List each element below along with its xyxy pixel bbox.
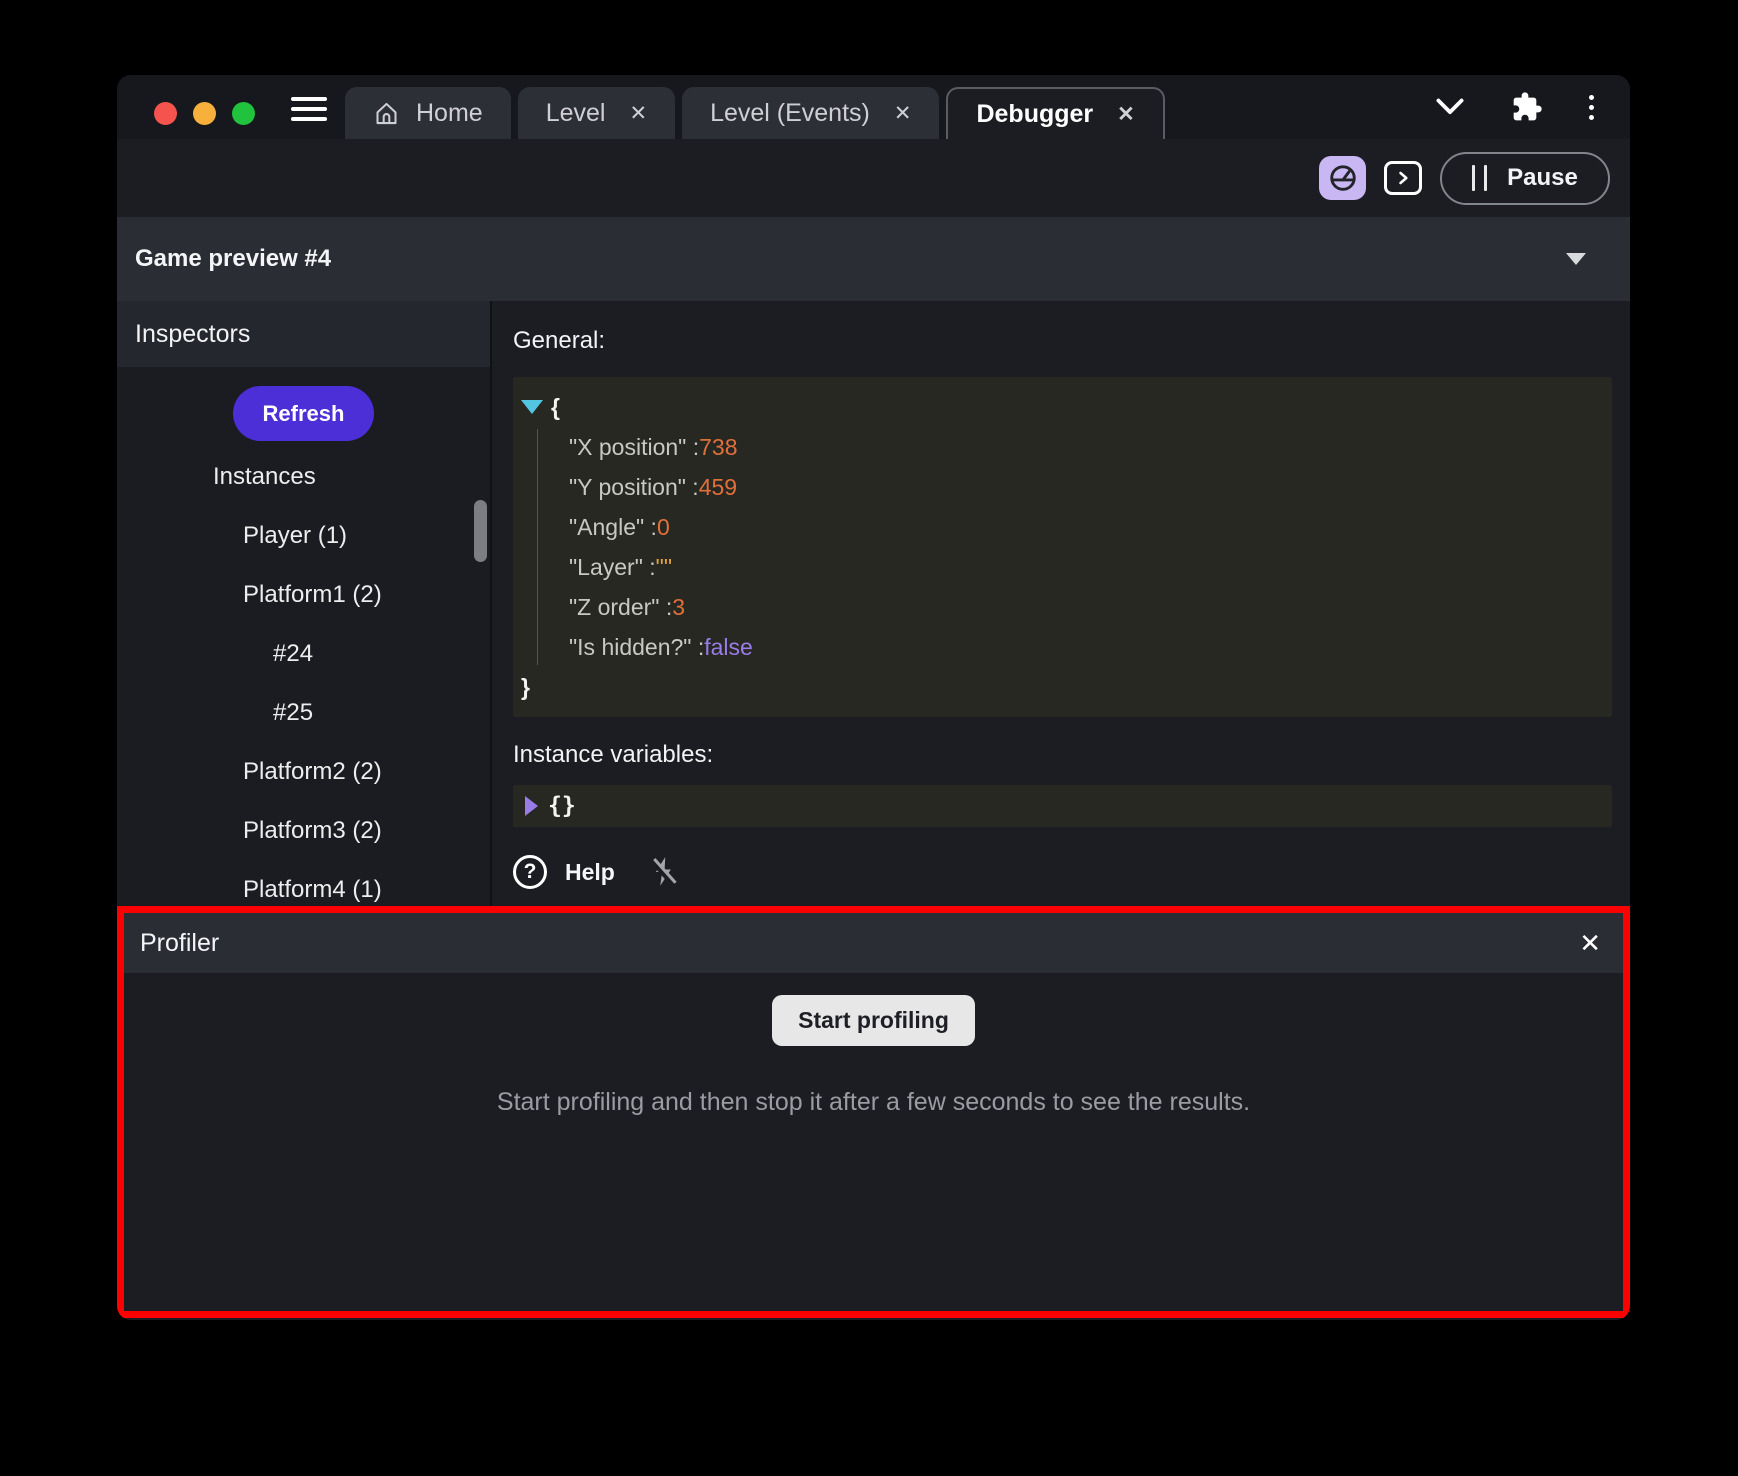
inspector-tree-item[interactable]: #25 — [117, 683, 490, 742]
json-key: "Y position" : — [569, 474, 699, 501]
more-options-kebab-icon[interactable] — [1589, 95, 1594, 120]
inspectors-header: Inspectors — [117, 301, 490, 367]
profiler-panel: Profiler ✕ Start profiling Start profili… — [117, 906, 1630, 1318]
tab-bar: Home Level ✕ Level (Events) ✕ Debugger ✕ — [345, 87, 1165, 139]
tab-label: Level (Events) — [710, 99, 870, 128]
json-line: "Is hidden?" : false — [521, 627, 1596, 667]
profiler-toggle-button[interactable] — [1319, 156, 1366, 200]
tab-close-icon[interactable]: ✕ — [1117, 102, 1135, 127]
game-preview-selector[interactable]: Game preview #4 — [117, 217, 1630, 301]
tab-level-events[interactable]: Level (Events) ✕ — [682, 87, 939, 139]
pause-button[interactable]: Pause — [1440, 152, 1610, 205]
refresh-button[interactable]: Refresh — [233, 386, 375, 441]
dropdown-caret-icon — [1566, 253, 1586, 265]
json-line: "Y position" : 459 — [521, 467, 1596, 507]
start-profiling-button[interactable]: Start profiling — [772, 995, 975, 1046]
json-line: "Angle" : 0 — [521, 507, 1596, 547]
instance-variables-viewer: {} — [513, 785, 1612, 827]
extensions-puzzle-icon[interactable] — [1511, 91, 1543, 123]
json-line: "Layer" : "" — [521, 547, 1596, 587]
json-indent-guide — [537, 429, 538, 665]
app-window: Home Level ✕ Level (Events) ✕ Debugger ✕ — [117, 75, 1630, 1320]
help-button[interactable]: ? Help — [513, 855, 615, 889]
inspectors-sidebar: Inspectors Refresh InstancesPlayer (1)Pl… — [117, 301, 490, 906]
close-window-button[interactable] — [154, 102, 177, 125]
sidebar-scrollbar-thumb[interactable] — [474, 500, 487, 562]
titlebar: Home Level ✕ Level (Events) ✕ Debugger ✕ — [117, 75, 1630, 139]
inspector-tree-item[interactable]: #24 — [117, 624, 490, 683]
titlebar-actions — [1435, 91, 1630, 123]
json-line: { — [521, 387, 1596, 427]
inspector-tree-item[interactable]: Platform1 (2) — [117, 565, 490, 624]
json-key: "Is hidden?" : — [569, 634, 704, 661]
tab-debugger[interactable]: Debugger ✕ — [946, 87, 1164, 139]
instance-variables-label: Instance variables: — [513, 741, 1612, 769]
json-key: "X position" : — [569, 434, 699, 461]
profiler-header: Profiler ✕ — [124, 913, 1623, 973]
tab-label: Level — [546, 99, 606, 128]
json-line: "X position" : 738 — [521, 427, 1596, 467]
json-key: "Z order" : — [569, 594, 672, 621]
json-open-brace: { — [551, 394, 560, 421]
menu-icon[interactable] — [291, 97, 327, 121]
json-value: false — [704, 634, 753, 661]
question-mark-icon: ? — [513, 855, 547, 889]
console-button[interactable] — [1384, 161, 1422, 195]
pause-icon — [1472, 165, 1487, 191]
minimize-window-button[interactable] — [193, 102, 216, 125]
expander-open-icon[interactable] — [521, 400, 543, 414]
inspector-tree-item[interactable]: Player (1) — [117, 506, 490, 565]
json-key: "Angle" : — [569, 514, 657, 541]
profiler-title: Profiler — [140, 929, 219, 958]
debugger-toolbar: Pause — [117, 139, 1630, 217]
json-close-brace: } — [521, 674, 530, 701]
inspector-tree-item[interactable]: Platform4 (1) — [117, 860, 490, 906]
inspector-panel: General: {"X position" : 738"Y position"… — [492, 301, 1630, 906]
traffic-lights — [154, 102, 255, 125]
game-preview-title: Game preview #4 — [135, 245, 331, 273]
profiler-close-button[interactable]: ✕ — [1579, 930, 1601, 956]
profiler-body: Start profiling Start profiling and then… — [124, 973, 1623, 1311]
json-value: "" — [656, 554, 672, 581]
gauge-icon — [1328, 163, 1358, 193]
tab-close-icon[interactable]: ✕ — [629, 101, 647, 126]
inspector-tree: InstancesPlayer (1)Platform1 (2)#24#25Pl… — [117, 447, 490, 906]
json-line: "Z order" : 3 — [521, 587, 1596, 627]
json-key: "Layer" : — [569, 554, 656, 581]
flash-off-icon[interactable] — [649, 855, 679, 889]
home-icon — [373, 100, 400, 127]
tab-close-icon[interactable]: ✕ — [894, 101, 912, 126]
maximize-window-button[interactable] — [232, 102, 255, 125]
help-row: ? Help — [513, 855, 1612, 889]
tab-home[interactable]: Home — [345, 87, 511, 139]
json-value: 3 — [672, 594, 685, 621]
general-section-label: General: — [513, 327, 1612, 355]
profiler-message: Start profiling and then stop it after a… — [497, 1088, 1250, 1117]
expander-collapsed-icon[interactable] — [525, 796, 538, 816]
json-line: } — [521, 667, 1596, 707]
inspector-tree-item[interactable]: Instances — [117, 447, 490, 506]
chevron-right-icon — [1393, 168, 1413, 188]
json-value: 738 — [699, 434, 737, 461]
desktop-background: Home Level ✕ Level (Events) ✕ Debugger ✕ — [0, 0, 1738, 1476]
inspector-tree-item[interactable]: Platform3 (2) — [117, 801, 490, 860]
tab-label: Home — [416, 99, 483, 128]
json-value: 0 — [657, 514, 670, 541]
help-button-label: Help — [565, 859, 615, 886]
tab-label: Debugger — [976, 100, 1093, 129]
debugger-content: Inspectors Refresh InstancesPlayer (1)Pl… — [117, 301, 1630, 906]
pause-button-label: Pause — [1507, 164, 1578, 192]
instance-variables-value: {} — [548, 793, 576, 819]
general-json-viewer: {"X position" : 738"Y position" : 459"An… — [513, 377, 1612, 717]
tab-level[interactable]: Level ✕ — [518, 87, 675, 139]
json-value: 459 — [699, 474, 737, 501]
inspector-tree-item[interactable]: Platform2 (2) — [117, 742, 490, 801]
chevron-down-icon[interactable] — [1435, 98, 1465, 116]
